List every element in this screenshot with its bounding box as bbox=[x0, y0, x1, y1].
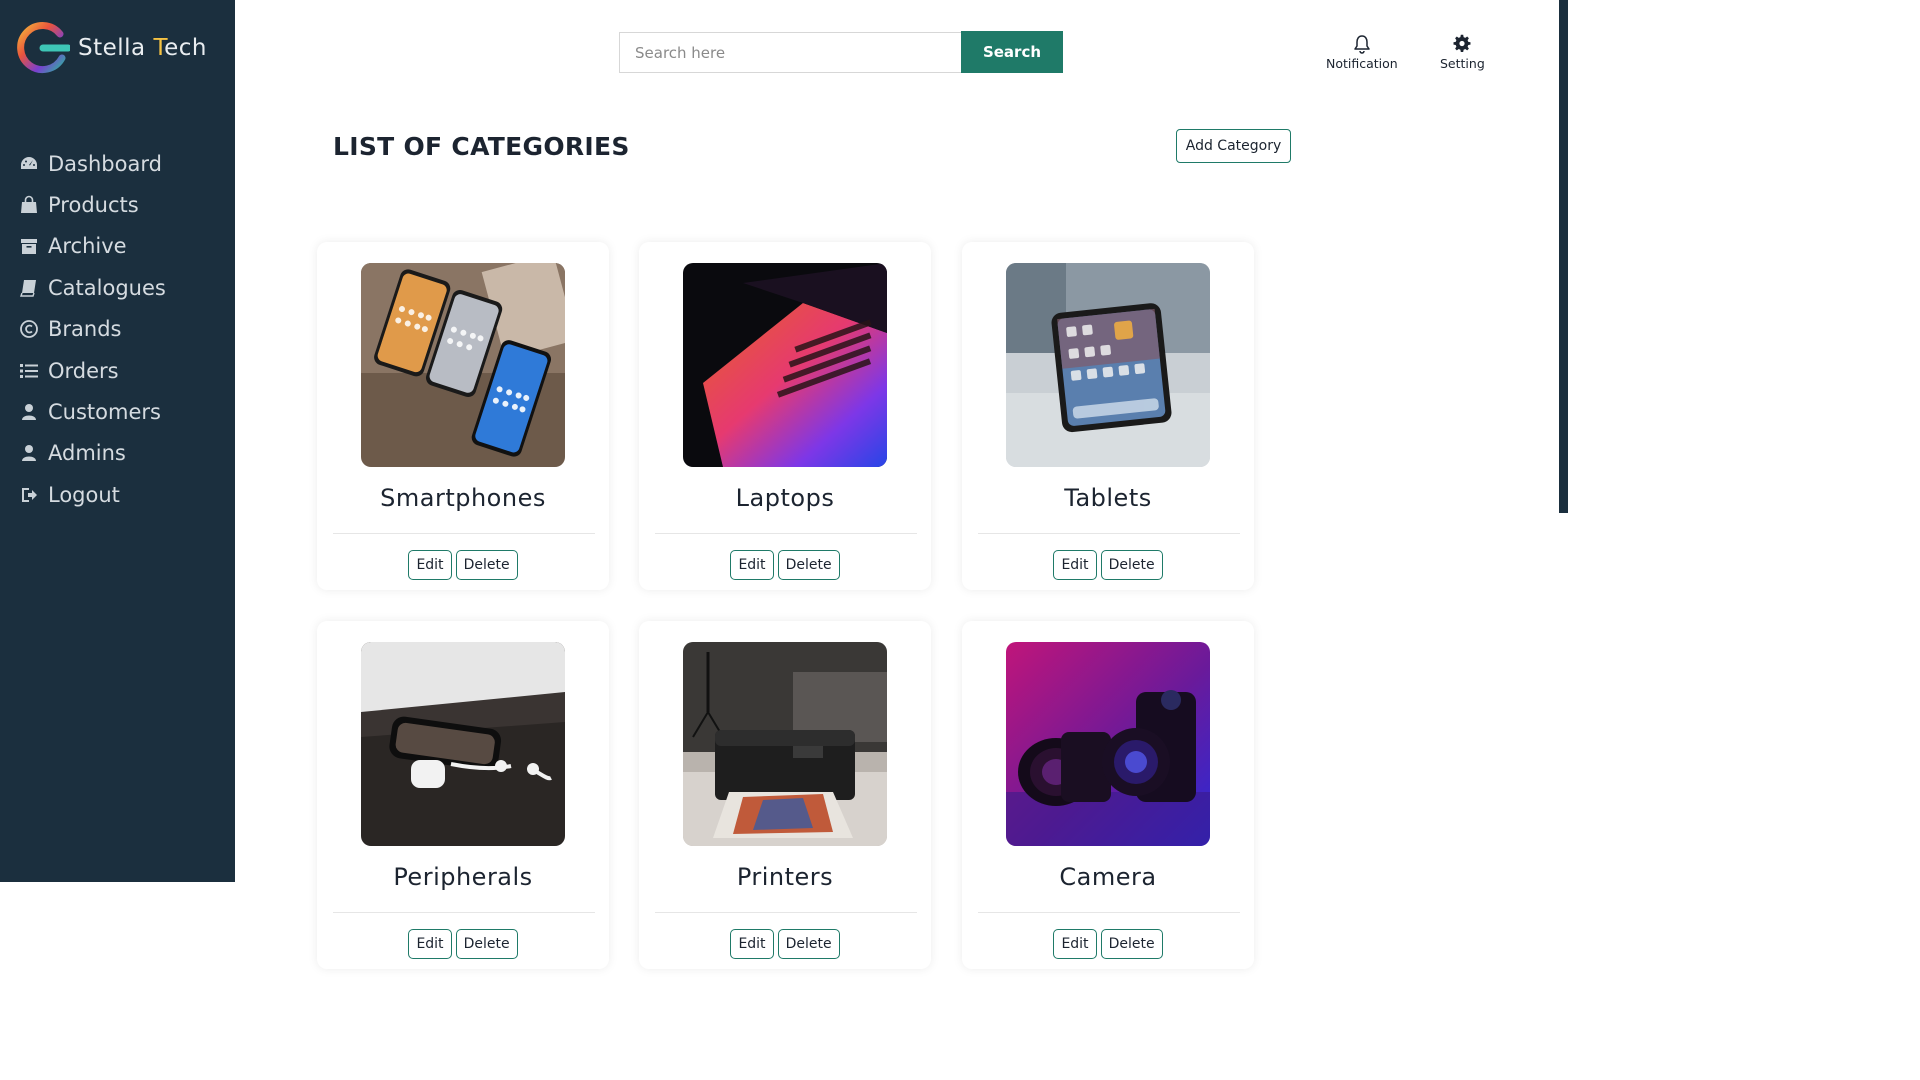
dashboard-icon bbox=[18, 153, 40, 175]
notification-button[interactable]: Notification bbox=[1326, 34, 1398, 71]
sidebar-item-label: Customers bbox=[48, 400, 161, 425]
category-image bbox=[361, 642, 565, 846]
sidebar-nav: Dashboard Products Archive Catalogues Br… bbox=[18, 143, 166, 516]
category-image bbox=[1006, 642, 1210, 846]
category-name: Printers bbox=[736, 863, 834, 891]
category-card-camera: Camera Edit Delete bbox=[962, 621, 1254, 969]
sidebar-item-admins[interactable]: Admins bbox=[18, 433, 166, 474]
card-actions: Edit Delete bbox=[317, 929, 609, 959]
sidebar-item-label: Admins bbox=[48, 441, 126, 466]
scrollbar-thumb[interactable] bbox=[1559, 0, 1568, 513]
edit-button[interactable]: Edit bbox=[730, 929, 774, 959]
category-name: Smartphones bbox=[380, 484, 546, 512]
list-icon bbox=[18, 360, 40, 382]
delete-button[interactable]: Delete bbox=[455, 929, 518, 959]
delete-button[interactable]: Delete bbox=[455, 550, 518, 580]
edit-button[interactable]: Edit bbox=[730, 550, 774, 580]
edit-button[interactable]: Edit bbox=[408, 929, 452, 959]
category-name: Tablets bbox=[1064, 484, 1152, 512]
sidebar-item-label: Orders bbox=[48, 358, 119, 383]
divider bbox=[333, 912, 595, 913]
category-name: Camera bbox=[1059, 863, 1157, 891]
sidebar-item-label: Products bbox=[48, 193, 139, 218]
brand-logo[interactable]: Stella Tech bbox=[16, 22, 207, 74]
card-actions: Edit Delete bbox=[639, 550, 931, 580]
sidebar: Stella Tech Dashboard Products Archive C… bbox=[0, 0, 235, 882]
edit-button[interactable]: Edit bbox=[408, 550, 452, 580]
sidebar-item-label: Archive bbox=[48, 234, 127, 259]
sidebar-item-label: Brands bbox=[48, 317, 122, 342]
category-name: Peripherals bbox=[393, 863, 533, 891]
shopping-bag-icon bbox=[18, 194, 40, 216]
book-icon bbox=[18, 277, 40, 299]
add-category-button[interactable]: Add Category bbox=[1176, 129, 1291, 163]
sidebar-item-label: Logout bbox=[48, 482, 120, 507]
edit-button[interactable]: Edit bbox=[1053, 550, 1097, 580]
category-image bbox=[361, 263, 565, 467]
setting-label: Setting bbox=[1440, 56, 1485, 71]
category-card-printers: Printers Edit Delete bbox=[639, 621, 931, 969]
card-actions: Edit Delete bbox=[962, 929, 1254, 959]
category-card-smartphones: Smartphones Edit Delete bbox=[317, 242, 609, 590]
sidebar-item-customers[interactable]: Customers bbox=[18, 391, 166, 432]
archive-icon bbox=[18, 235, 40, 257]
brand-name: Stella Tech bbox=[78, 35, 207, 61]
sidebar-item-dashboard[interactable]: Dashboard bbox=[18, 143, 166, 184]
divider bbox=[978, 533, 1240, 534]
sidebar-item-logout[interactable]: Logout bbox=[18, 474, 166, 515]
category-card-tablets: Tablets Edit Delete bbox=[962, 242, 1254, 590]
card-actions: Edit Delete bbox=[639, 929, 931, 959]
card-actions: Edit Delete bbox=[317, 550, 609, 580]
sidebar-item-products[interactable]: Products bbox=[18, 184, 166, 225]
user-icon bbox=[18, 442, 40, 464]
gear-icon bbox=[1453, 34, 1471, 53]
setting-button[interactable]: Setting bbox=[1440, 34, 1485, 71]
category-image bbox=[683, 642, 887, 846]
delete-button[interactable]: Delete bbox=[1100, 929, 1163, 959]
notification-label: Notification bbox=[1326, 56, 1398, 71]
category-card-peripherals: Peripherals Edit Delete bbox=[317, 621, 609, 969]
logo-mark-icon bbox=[17, 22, 70, 74]
edit-button[interactable]: Edit bbox=[1053, 929, 1097, 959]
divider bbox=[655, 533, 917, 534]
divider bbox=[333, 533, 595, 534]
page-title: LIST OF CATEGORIES bbox=[333, 132, 630, 161]
sidebar-item-label: Dashboard bbox=[48, 151, 162, 176]
search-input[interactable] bbox=[619, 32, 962, 73]
category-image bbox=[1006, 263, 1210, 467]
sign-out-icon bbox=[18, 484, 40, 506]
delete-button[interactable]: Delete bbox=[777, 929, 840, 959]
sidebar-item-label: Catalogues bbox=[48, 275, 166, 300]
sidebar-item-archive[interactable]: Archive bbox=[18, 226, 166, 267]
copyright-icon bbox=[18, 318, 40, 340]
category-card-laptops: Laptops Edit Delete bbox=[639, 242, 931, 590]
category-name: Laptops bbox=[735, 484, 835, 512]
card-actions: Edit Delete bbox=[962, 550, 1254, 580]
sidebar-item-orders[interactable]: Orders bbox=[18, 350, 166, 391]
bell-icon bbox=[1354, 35, 1370, 54]
delete-button[interactable]: Delete bbox=[777, 550, 840, 580]
sidebar-item-brands[interactable]: Brands bbox=[18, 309, 166, 350]
sidebar-item-catalogues[interactable]: Catalogues bbox=[18, 267, 166, 308]
user-icon bbox=[18, 401, 40, 423]
divider bbox=[655, 912, 917, 913]
search-button[interactable]: Search bbox=[961, 31, 1063, 73]
category-image bbox=[683, 263, 887, 467]
divider bbox=[978, 912, 1240, 913]
delete-button[interactable]: Delete bbox=[1100, 550, 1163, 580]
